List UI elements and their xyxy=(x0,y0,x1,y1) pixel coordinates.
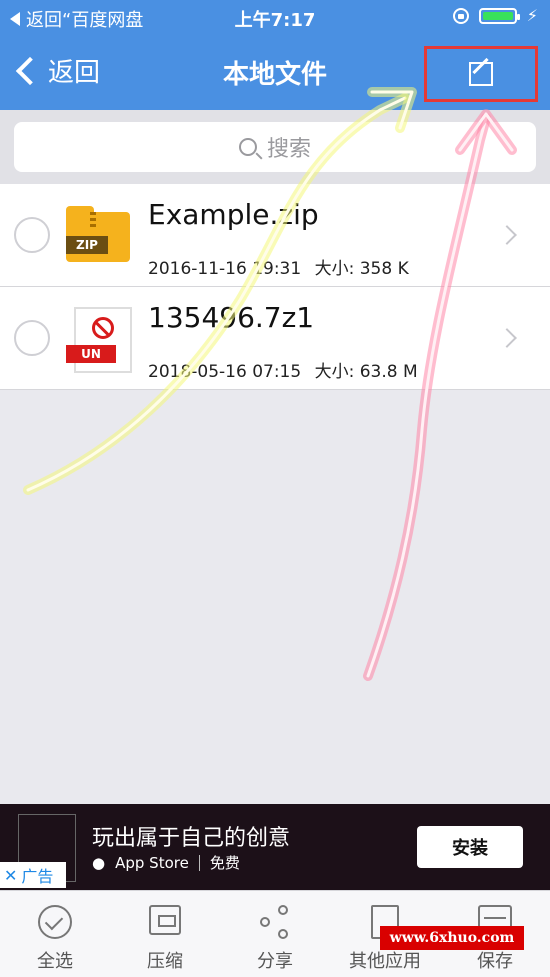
compress-icon xyxy=(149,905,181,935)
select-all-button[interactable]: 全选 xyxy=(0,891,110,977)
share-icon xyxy=(260,905,290,939)
file-name: Example.zip xyxy=(148,198,319,231)
install-button[interactable]: 安装 xyxy=(417,826,523,868)
file-badge: ZIP xyxy=(66,236,108,254)
compress-label: 压缩 xyxy=(147,951,183,972)
file-size: 大小: 63.8 M xyxy=(314,362,418,382)
nav-bar: 返回 本地文件 xyxy=(0,36,550,110)
ad-banner[interactable]: 玩出属于自己的创意 ● App Store 免费 安装 xyxy=(0,804,550,890)
compress-button[interactable]: 压缩 xyxy=(110,891,220,977)
charging-icon: ⚡ xyxy=(526,6,538,25)
ad-headline: 玩出属于自己的创意 xyxy=(92,826,291,851)
top-bar: 返回“百度网盘 上午7:17 ⚡ 返回 本地文件 xyxy=(0,0,550,110)
status-icons: ⚡ xyxy=(452,6,538,25)
save-label: 保存 xyxy=(477,951,513,972)
file-meta: 2018-05-16 07:15 大小: 63.8 M xyxy=(148,357,418,382)
select-all-label: 全选 xyxy=(37,951,73,972)
checkmark-icon xyxy=(38,905,72,939)
ad-store: App Store xyxy=(115,853,189,872)
status-bar: 返回“百度网盘 上午7:17 ⚡ xyxy=(0,0,550,36)
search-placeholder: 搜索 xyxy=(266,137,311,162)
zip-file-icon: ZIP xyxy=(66,206,130,262)
edit-icon xyxy=(469,62,493,86)
ad-price: 免费 xyxy=(209,854,240,872)
ad-close-tag[interactable]: ✕ 广告 xyxy=(0,862,66,888)
other-apps-label: 其他应用 xyxy=(349,951,421,972)
file-name: 135496.7z1 xyxy=(148,301,315,334)
file-date: 2018-05-16 07:15 xyxy=(148,362,302,382)
battery-icon xyxy=(478,7,520,24)
file-size: 大小: 358 K xyxy=(314,259,409,279)
select-radio[interactable] xyxy=(14,217,50,253)
share-label: 分享 xyxy=(257,951,293,972)
file-row[interactable]: ZIP Example.zip 2016-11-16 19:31 大小: 358… xyxy=(0,184,550,287)
file-row[interactable]: UN 135496.7z1 2018-05-16 07:15 大小: 63.8 … xyxy=(0,287,550,390)
chevron-right-icon xyxy=(497,225,517,245)
ad-subline: ● App Store 免费 xyxy=(92,852,240,873)
select-radio[interactable] xyxy=(14,320,50,356)
file-list: ZIP Example.zip 2016-11-16 19:31 大小: 358… xyxy=(0,184,550,390)
file-badge: UN xyxy=(66,345,116,363)
rotation-lock-icon xyxy=(452,7,469,24)
search-input[interactable]: 搜索 xyxy=(14,122,536,172)
close-icon: ✕ xyxy=(4,865,18,885)
apple-icon: ● xyxy=(92,853,106,872)
unknown-file-icon: UN xyxy=(66,307,132,373)
file-date: 2016-11-16 19:31 xyxy=(148,259,302,279)
ad-separator xyxy=(198,854,200,871)
file-meta: 2016-11-16 19:31 大小: 358 K xyxy=(148,254,409,279)
share-button[interactable]: 分享 xyxy=(220,891,330,977)
prohibited-icon xyxy=(92,317,114,339)
ad-tag-label: 广告 xyxy=(21,867,54,886)
chevron-right-icon xyxy=(497,328,517,348)
site-watermark: www.6xhuo.com xyxy=(380,926,524,950)
search-bar: 搜索 xyxy=(0,110,550,184)
search-icon xyxy=(238,138,257,156)
edit-button[interactable] xyxy=(424,46,538,102)
